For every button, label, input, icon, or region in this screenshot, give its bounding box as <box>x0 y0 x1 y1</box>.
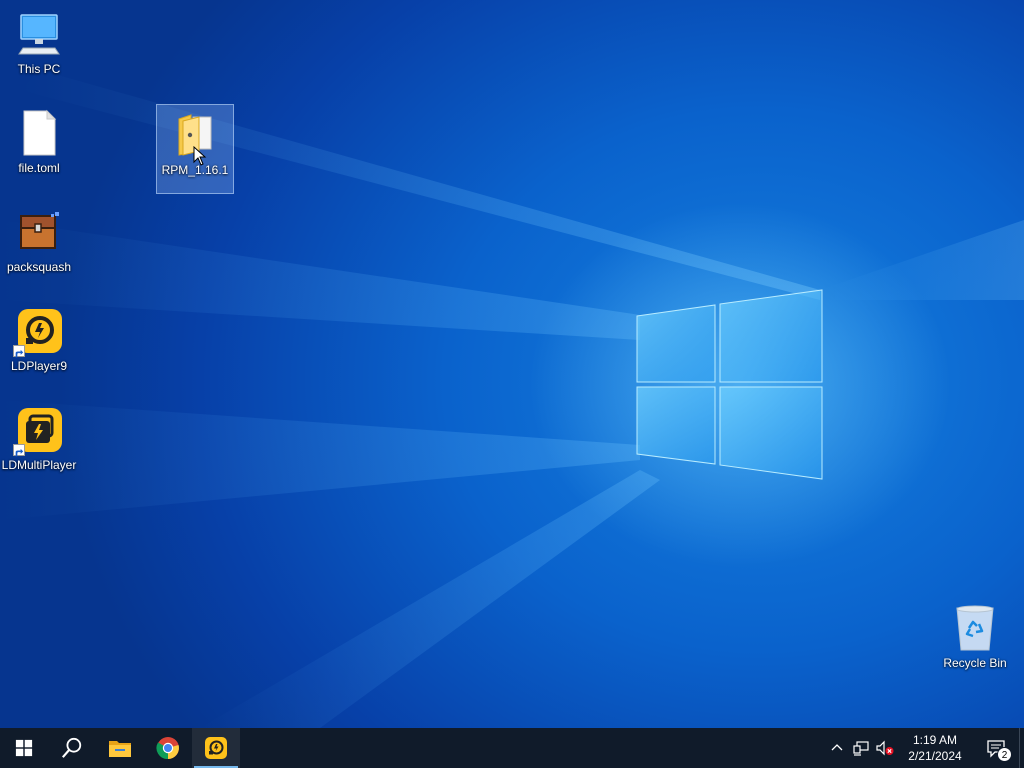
taskbar: 1:19 AM 2/21/2024 2 <box>0 728 1024 768</box>
desktop-icon-label: Recycle Bin <box>943 656 1007 670</box>
desktop-icon-packsquash[interactable]: packsquash <box>0 202 78 292</box>
desktop-icon-this-pc[interactable]: This PC <box>0 4 78 94</box>
computer-icon <box>15 10 63 58</box>
clock-button[interactable]: 1:19 AM 2/21/2024 <box>897 728 973 768</box>
search-button[interactable] <box>48 728 96 768</box>
show-desktop-button[interactable] <box>1019 728 1024 768</box>
clock-time: 1:19 AM <box>912 733 958 747</box>
desktop-icon-file-toml[interactable]: file.toml <box>0 103 78 193</box>
desktop-icon-label: file.toml <box>18 161 60 175</box>
desktop-icon-label: LDMultiPlayer <box>1 458 77 472</box>
shortcut-arrow-icon <box>13 345 25 358</box>
desktop-icon-ldplayer9[interactable]: LDPlayer9 <box>0 301 78 391</box>
file-explorer-icon <box>109 741 131 757</box>
show-hidden-icons-button[interactable] <box>825 728 849 768</box>
system-tray: 1:19 AM 2/21/2024 2 <box>825 728 1024 768</box>
desktop-icon-label: packsquash <box>6 260 72 274</box>
desktop-icon-label: This PC <box>17 62 61 76</box>
desktop[interactable]: This PC file.toml RPM_1.16.1 packsquash … <box>0 0 1024 728</box>
blank-file-icon <box>15 109 63 157</box>
ldplayer-taskbar-icon <box>205 737 227 759</box>
windows-start-icon <box>15 739 33 757</box>
wallpaper-light-beams <box>0 70 1024 728</box>
chevron-up-icon <box>831 744 843 751</box>
network-icon <box>853 741 869 756</box>
ldplayer-taskbar-button[interactable] <box>192 728 240 768</box>
ldplayer-icon <box>13 307 63 358</box>
chrome-button[interactable] <box>144 728 192 768</box>
desktop-icon-ldmultiplayer[interactable]: LDMultiPlayer <box>0 400 78 490</box>
recycle-bin-icon <box>951 604 999 652</box>
ldmultiplayer-icon <box>13 406 63 457</box>
volume-muted-icon <box>876 740 894 756</box>
network-button[interactable] <box>849 728 873 768</box>
clock-date: 2/21/2024 <box>908 749 962 763</box>
desktop-icon-recycle-bin[interactable]: Recycle Bin <box>936 598 1014 688</box>
wallpaper-windows-logo <box>636 289 823 480</box>
volume-button[interactable] <box>873 728 897 768</box>
shortcut-arrow-icon <box>13 444 25 457</box>
start-button[interactable] <box>0 728 48 768</box>
chrome-icon <box>156 737 179 760</box>
mouse-cursor-icon <box>193 146 207 166</box>
treasure-chest-icon <box>15 208 63 256</box>
file-explorer-button[interactable] <box>96 728 144 768</box>
search-icon <box>62 737 82 758</box>
notification-count-badge: 2 <box>997 747 1012 762</box>
desktop-icon-label: LDPlayer9 <box>10 359 68 373</box>
action-center-button[interactable]: 2 <box>973 728 1019 768</box>
